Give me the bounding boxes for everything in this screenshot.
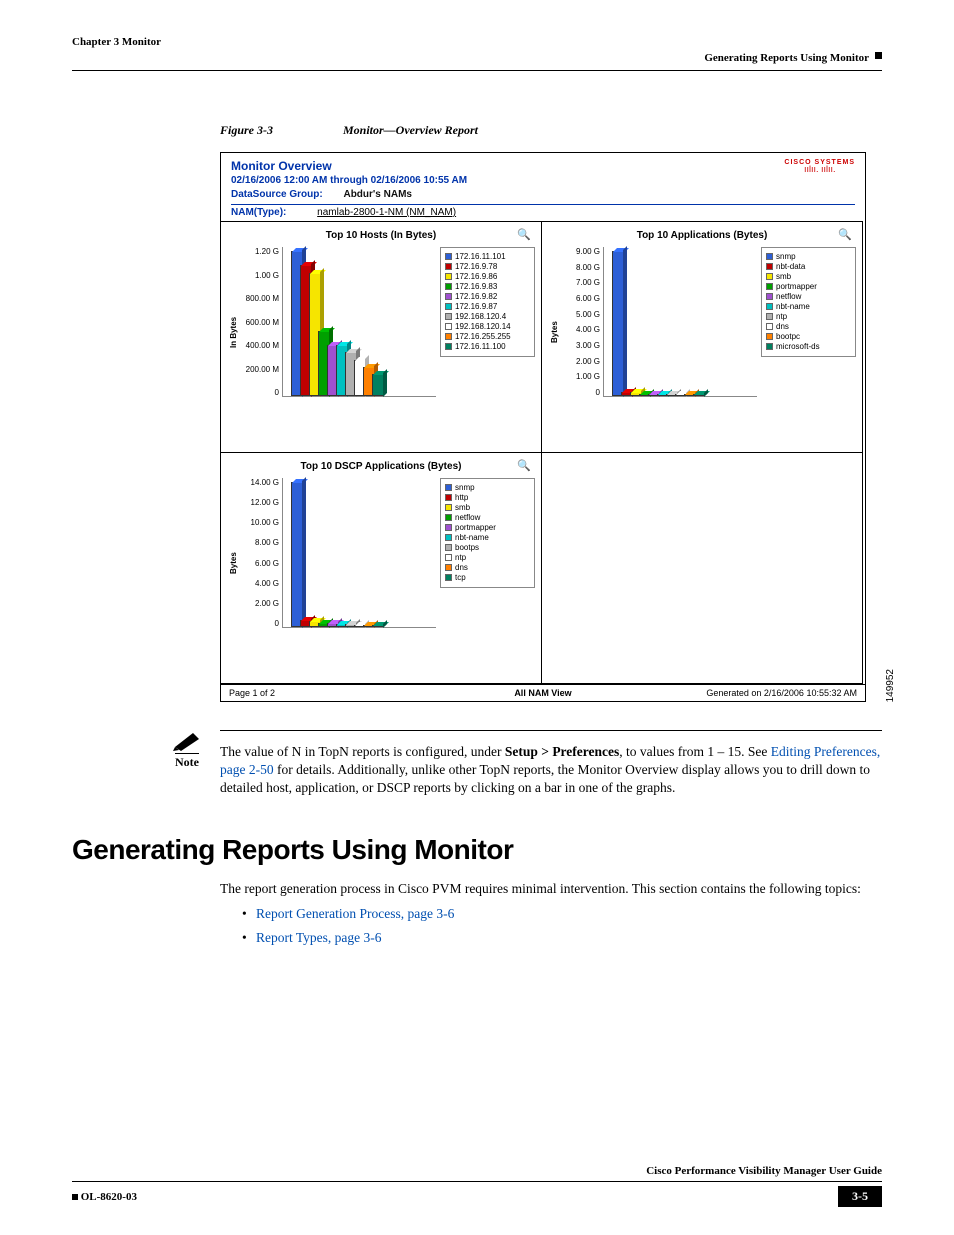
chart-title: Top 10 Applications (Bytes) bbox=[548, 230, 856, 241]
figure-number: Figure 3-3 bbox=[220, 123, 340, 138]
legend-item: netflow bbox=[445, 513, 530, 522]
y-axis-ticks: 9.00 G8.00 G7.00 G6.00 G5.00 G4.00 G3.00… bbox=[561, 247, 603, 397]
legend-item: microsoft-ds bbox=[766, 342, 851, 351]
chart-bar[interactable] bbox=[372, 374, 384, 396]
figure-footer: Page 1 of 2 All NAM View Generated on 2/… bbox=[221, 684, 865, 701]
legend-item: 172.16.11.100 bbox=[445, 342, 530, 351]
figure-generated-on: Generated on 2/16/2006 10:55:32 AM bbox=[652, 685, 865, 701]
legend-item: 172.16.11.101 bbox=[445, 252, 530, 261]
y-axis-ticks: 1.20 G1.00 G800.00 M600.00 M400.00 M200.… bbox=[240, 247, 282, 397]
legend-item: bootps bbox=[445, 543, 530, 552]
cisco-logo: CISCO SYSTEMS ıılıı. ıılıı. bbox=[784, 159, 855, 172]
header-marker-icon bbox=[875, 52, 882, 59]
bullet-item: •Report Generation Process, page 3-6 bbox=[242, 906, 882, 922]
y-axis-label: Bytes bbox=[548, 247, 561, 417]
page-header-section: Generating Reports Using Monitor bbox=[72, 52, 882, 64]
figure-view-label: All NAM View bbox=[434, 685, 653, 701]
legend-item: 172.16.9.82 bbox=[445, 292, 530, 301]
pencil-icon bbox=[173, 731, 201, 751]
chart-plot bbox=[282, 247, 436, 397]
page-header: Chapter 3 Monitor bbox=[72, 36, 882, 48]
legend-item: 192.168.120.14 bbox=[445, 322, 530, 331]
legend-item: tcp bbox=[445, 573, 530, 582]
chart-title: Top 10 Hosts (In Bytes) bbox=[227, 230, 535, 241]
section-link-0[interactable]: Report Generation Process, page 3-6 bbox=[256, 906, 454, 921]
section-heading: Generating Reports Using Monitor bbox=[72, 834, 882, 866]
y-axis-ticks: 14.00 G12.00 G10.00 G8.00 G6.00 G4.00 G2… bbox=[240, 478, 282, 628]
section-link-1[interactable]: Report Types, page 3-6 bbox=[256, 930, 382, 945]
datasource-group: DataSource Group: Abdur's NAMs bbox=[231, 189, 855, 200]
chart-legend: snmphttpsmbnetflowportmappernbt-nameboot… bbox=[440, 478, 535, 588]
chart-bar[interactable] bbox=[291, 482, 303, 627]
chart-bar[interactable] bbox=[372, 625, 384, 627]
empty-chart-cell bbox=[541, 452, 863, 684]
legend-item: smb bbox=[445, 503, 530, 512]
chart-plot bbox=[603, 247, 757, 397]
monitor-overview-figure: CISCO SYSTEMS ıılıı. ıılıı. Monitor Over… bbox=[220, 152, 866, 702]
figure-page-info: Page 1 of 2 bbox=[221, 685, 434, 701]
legend-item: ntp bbox=[766, 312, 851, 321]
chart-plot bbox=[282, 478, 436, 628]
figure-caption: Figure 3-3 Monitor—Overview Report bbox=[220, 123, 882, 138]
legend-item: nbt-name bbox=[766, 302, 851, 311]
legend-item: 172.16.9.78 bbox=[445, 262, 530, 271]
nam-type: NAM(Type): namlab-2800-1-NM (NM_NAM) bbox=[231, 207, 855, 218]
figure-id-number: 149952 bbox=[885, 669, 896, 702]
footer-doc-id: OL-8620-03 bbox=[81, 1191, 137, 1203]
note-block: Note The value of N in TopN reports is c… bbox=[220, 730, 882, 798]
figure-title: Monitor—Overview Report bbox=[343, 123, 478, 137]
note-label: Note bbox=[175, 753, 199, 770]
chart-legend: snmpnbt-datasmbportmappernetflownbt-name… bbox=[761, 247, 856, 357]
legend-item: nbt-data bbox=[766, 262, 851, 271]
legend-item: bootpc bbox=[766, 332, 851, 341]
chapter-label: Chapter 3 Monitor bbox=[72, 36, 161, 48]
legend-item: 172.16.9.83 bbox=[445, 282, 530, 291]
y-axis-label: In Bytes bbox=[227, 247, 240, 417]
legend-item: dns bbox=[445, 563, 530, 572]
y-axis-label: Bytes bbox=[227, 478, 240, 648]
zoom-icon[interactable]: 🔍 bbox=[517, 228, 531, 241]
zoom-icon[interactable]: 🔍 bbox=[517, 459, 531, 472]
legend-item: 192.168.120.4 bbox=[445, 312, 530, 321]
legend-item: 172.16.9.86 bbox=[445, 272, 530, 281]
overview-title: Monitor Overview bbox=[231, 159, 855, 173]
section-intro: The report generation process in Cisco P… bbox=[220, 880, 882, 898]
page-footer: Cisco Performance Visibility Manager Use… bbox=[72, 1165, 882, 1207]
chart-1: Top 10 Applications (Bytes)🔍 Bytes9.00 G8… bbox=[541, 221, 863, 453]
chart-bar[interactable] bbox=[693, 394, 705, 396]
legend-item: http bbox=[445, 493, 530, 502]
legend-item: 172.16.255.255 bbox=[445, 332, 530, 341]
section-label: Generating Reports Using Monitor bbox=[704, 52, 869, 64]
legend-item: netflow bbox=[766, 292, 851, 301]
chart-0: Top 10 Hosts (In Bytes)🔍 In Bytes1.20 G1.… bbox=[220, 221, 542, 453]
legend-item: snmp bbox=[766, 252, 851, 261]
overview-daterange: 02/16/2006 12:00 AM through 02/16/2006 1… bbox=[231, 175, 855, 186]
chart-bar[interactable] bbox=[612, 251, 624, 396]
legend-item: dns bbox=[766, 322, 851, 331]
bullet-item: •Report Types, page 3-6 bbox=[242, 930, 882, 946]
legend-item: nbt-name bbox=[445, 533, 530, 542]
note-text: The value of N in TopN reports is config… bbox=[220, 743, 882, 798]
legend-item: 172.16.9.87 bbox=[445, 302, 530, 311]
chart-legend: 172.16.11.101172.16.9.78172.16.9.86172.1… bbox=[440, 247, 535, 357]
nam-type-link[interactable]: namlab-2800-1-NM (NM_NAM) bbox=[317, 207, 456, 218]
legend-item: smb bbox=[766, 272, 851, 281]
chart-title: Top 10 DSCP Applications (Bytes) bbox=[227, 461, 535, 472]
zoom-icon[interactable]: 🔍 bbox=[838, 228, 852, 241]
legend-item: portmapper bbox=[766, 282, 851, 291]
legend-item: ntp bbox=[445, 553, 530, 562]
footer-page-number: 3-5 bbox=[838, 1186, 882, 1207]
chart-2: Top 10 DSCP Applications (Bytes)🔍 Bytes14… bbox=[220, 452, 542, 684]
footer-guide-title: Cisco Performance Visibility Manager Use… bbox=[646, 1165, 882, 1177]
footer-marker-icon bbox=[72, 1194, 78, 1200]
legend-item: portmapper bbox=[445, 523, 530, 532]
legend-item: snmp bbox=[445, 483, 530, 492]
